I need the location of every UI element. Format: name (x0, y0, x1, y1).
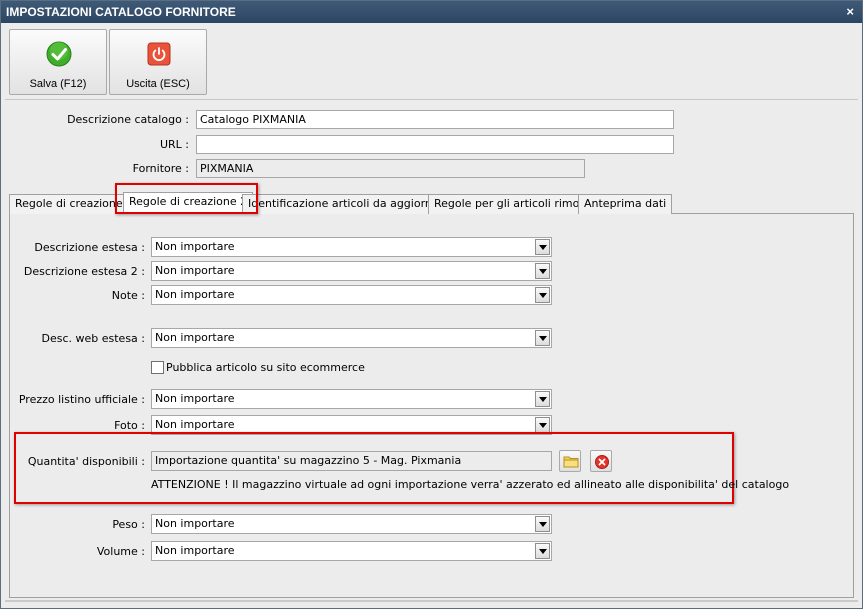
exit-button[interactable]: Uscita (ESC) (109, 29, 207, 95)
browse-button[interactable] (559, 450, 581, 472)
desc-web-value: Non importare (155, 331, 235, 344)
url-label: URL : (159, 138, 189, 151)
quantity-warning: ATTENZIONE ! Il magazzino virtuale ad og… (151, 478, 790, 491)
tab-highlight-box (115, 183, 258, 214)
check-icon (46, 41, 72, 67)
desc-estesa-select[interactable]: Non importare (151, 237, 552, 257)
note-label: Note : (111, 289, 145, 302)
description-input[interactable]: Catalogo PIXMANIA (196, 110, 674, 129)
publish-checkbox[interactable] (151, 361, 164, 374)
chevron-down-icon[interactable] (535, 239, 550, 255)
title-bar: IMPOSTAZIONI CATALOGO FORNITORE × (1, 1, 862, 23)
peso-select[interactable]: Non importare (151, 514, 552, 534)
peso-value: Non importare (155, 517, 235, 530)
foto-value: Non importare (155, 418, 235, 431)
folder-icon (563, 456, 579, 468)
remove-icon (595, 455, 609, 469)
desc-web-label: Desc. web estesa : (41, 332, 145, 345)
volume-label: Volume : (96, 545, 145, 558)
desc-web-select[interactable]: Non importare (151, 328, 552, 348)
toolbar-divider (5, 99, 858, 100)
note-select[interactable]: Non importare (151, 285, 552, 305)
volume-value: Non importare (155, 544, 235, 557)
tab-anteprima-dati[interactable]: Anteprima dati (578, 194, 673, 214)
publish-label: Pubblica articolo su sito ecommerce (166, 361, 365, 374)
volume-select[interactable]: Non importare (151, 541, 552, 561)
save-label: Salva (F12) (29, 78, 87, 90)
prezzo-value: Non importare (155, 392, 235, 405)
foto-label: Foto : (114, 419, 145, 432)
clear-button[interactable] (590, 450, 612, 472)
quantita-field: Importazione quantita' su magazzino 5 - … (151, 451, 552, 471)
quantita-label: Quantita' disponibili : (27, 455, 145, 468)
chevron-down-icon[interactable] (535, 417, 550, 433)
settings-window: IMPOSTAZIONI CATALOGO FORNITORE × Salva … (0, 0, 863, 609)
note-value: Non importare (155, 288, 235, 301)
supplier-field: PIXMANIA (196, 159, 585, 178)
desc-estesa2-label: Descrizione estesa 2 : (23, 265, 145, 278)
bottom-divider (5, 600, 858, 602)
exit-label: Uscita (ESC) (126, 78, 190, 90)
tab-regole-articoli-rimossi[interactable]: Regole per gli articoli rimossi (428, 194, 600, 214)
chevron-down-icon[interactable] (535, 516, 550, 532)
power-icon (147, 42, 171, 66)
desc-estesa-label: Descrizione estesa : (34, 241, 145, 254)
supplier-label: Fornitore : (132, 162, 189, 175)
peso-label: Peso : (112, 518, 145, 531)
chevron-down-icon[interactable] (535, 391, 550, 407)
desc-estesa-value: Non importare (155, 240, 235, 253)
close-icon[interactable]: × (846, 1, 854, 23)
tab-identificazione-articoli[interactable]: Identificazione articoli da aggiornare (242, 194, 456, 214)
desc-estesa2-value: Non importare (155, 264, 235, 277)
chevron-down-icon[interactable] (535, 330, 550, 346)
window-title: IMPOSTAZIONI CATALOGO FORNITORE (6, 5, 236, 19)
prezzo-label: Prezzo listino ufficiale : (18, 393, 145, 406)
prezzo-select[interactable]: Non importare (151, 389, 552, 409)
chevron-down-icon[interactable] (535, 543, 550, 559)
desc-estesa2-select[interactable]: Non importare (151, 261, 552, 281)
chevron-down-icon[interactable] (535, 287, 550, 303)
url-input[interactable] (196, 135, 674, 154)
tab-regole-creazione[interactable]: Regole di creazione (9, 194, 129, 214)
save-button[interactable]: Salva (F12) (9, 29, 107, 95)
chevron-down-icon[interactable] (535, 263, 550, 279)
description-label: Descrizione catalogo : (67, 113, 189, 126)
